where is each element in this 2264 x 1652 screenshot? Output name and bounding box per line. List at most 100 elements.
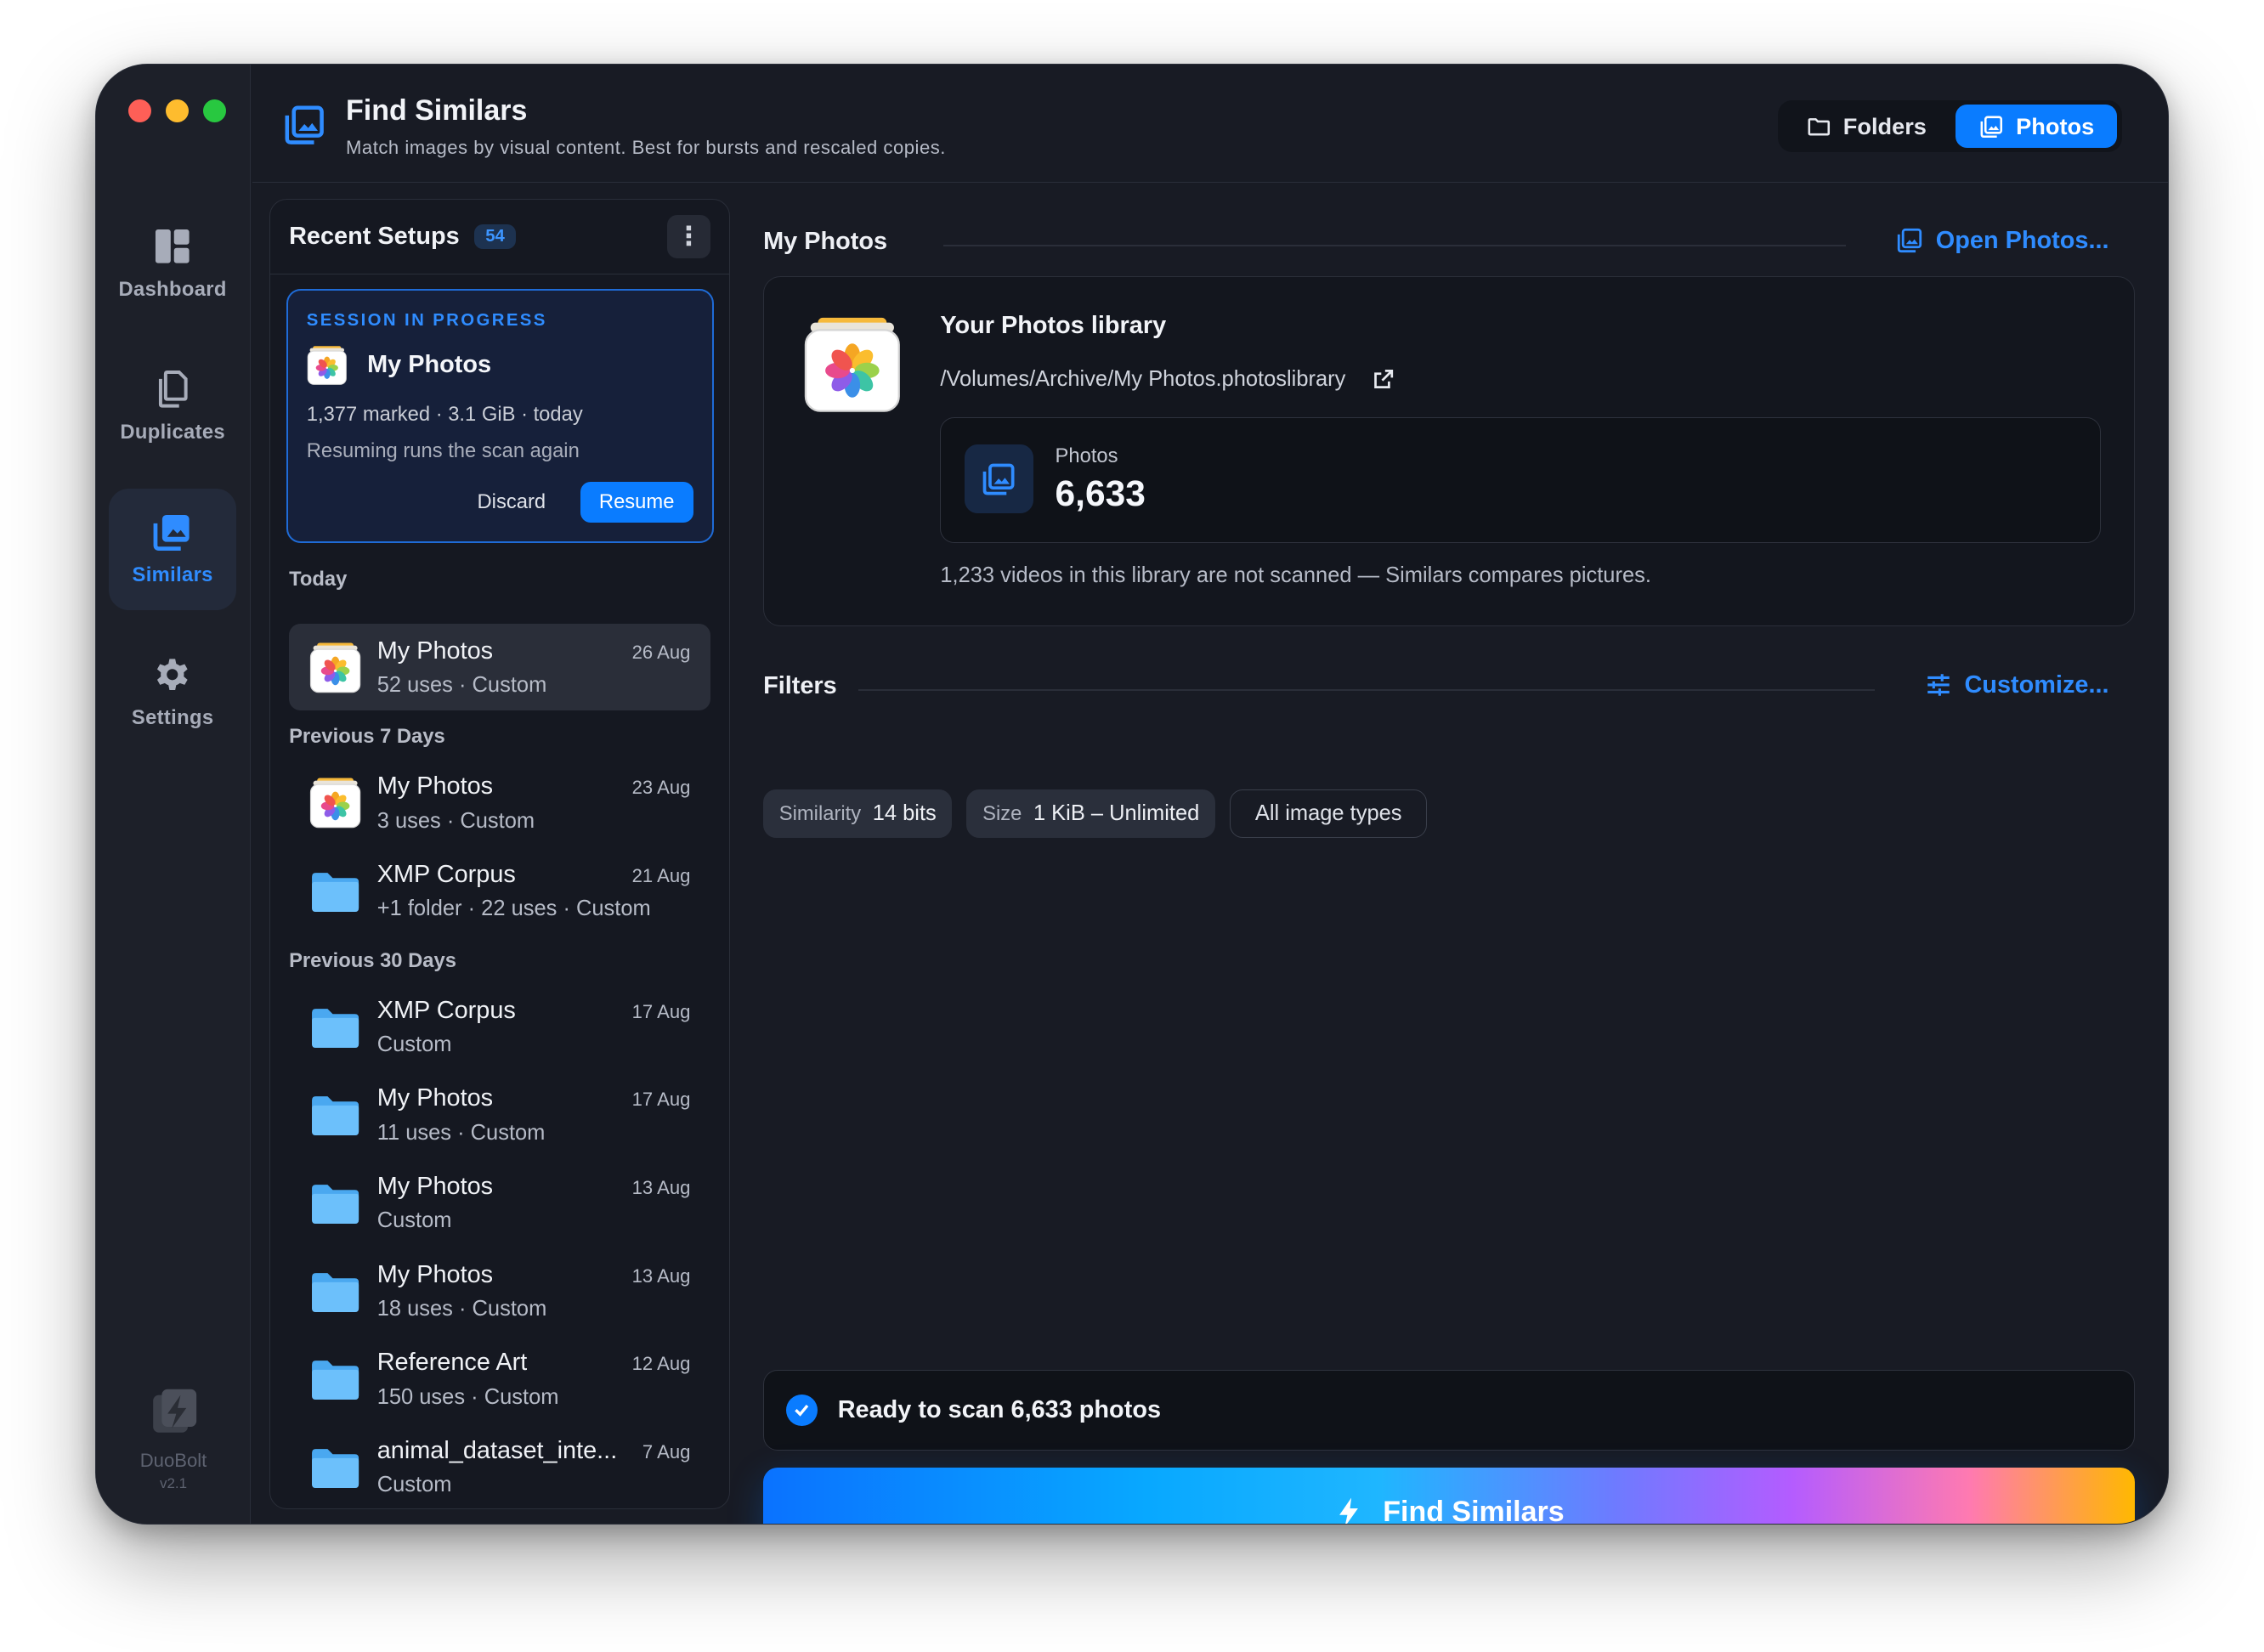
recent-item-sub: 3 uses · Custom xyxy=(376,808,535,833)
recent-item-name: My Photos xyxy=(376,1260,494,1288)
zoom-window-button[interactable] xyxy=(202,99,226,122)
image-types-chip[interactable]: All image types xyxy=(1229,789,1428,839)
size-chip[interactable]: Size 1 KiB – Unlimited xyxy=(966,789,1215,839)
chip-value: 14 bits xyxy=(872,801,937,826)
recent-item-sub: Custom xyxy=(376,1473,452,1497)
folder-icon xyxy=(309,1265,361,1317)
recent-item-date: 21 Aug xyxy=(631,864,691,886)
open-photos-label: Open Photos... xyxy=(1935,226,2109,254)
minimize-window-button[interactable] xyxy=(165,99,189,122)
chip-value: 1 KiB – Unlimited xyxy=(1033,801,1200,826)
photos-app-icon xyxy=(309,777,361,829)
recent-item-name: My Photos xyxy=(376,772,494,801)
group-label-today: Today xyxy=(289,567,348,591)
photos-app-icon xyxy=(309,642,361,693)
filter-chips: Similarity 14 bits Size 1 KiB – Unlimite… xyxy=(763,789,1428,839)
recent-item-sub: 150 uses · Custom xyxy=(376,1384,559,1409)
header: Find Similars Match images by visual con… xyxy=(252,65,2168,184)
recent-item-date: 13 Aug xyxy=(631,1176,691,1198)
brand-version: v2.1 xyxy=(159,1474,188,1491)
filters-section-header: Filters Customize... xyxy=(763,666,2135,710)
sidebar: Dashboard Duplicates Similars Settings D… xyxy=(96,64,251,1525)
similarity-chip[interactable]: Similarity 14 bits xyxy=(763,789,953,839)
session-name: My Photos xyxy=(367,351,492,379)
more-options-button[interactable]: ⋮ xyxy=(666,214,710,258)
photos-app-icon xyxy=(307,345,348,386)
source-section-header: My Photos Open Photos... xyxy=(763,222,2135,265)
external-link-icon[interactable] xyxy=(1372,368,1395,391)
recent-item[interactable]: My Photos 11 uses · Custom 17 Aug xyxy=(289,1072,710,1158)
sidebar-item-label: Duplicates xyxy=(120,420,225,444)
session-hint: Resuming runs the scan again xyxy=(306,439,580,463)
recent-item[interactable]: My Photos 3 uses · Custom 23 Aug xyxy=(289,760,710,846)
sidebar-item-dashboard[interactable]: Dashboard xyxy=(109,203,236,325)
session-in-progress-card: SESSION IN PROGRESS My Photos 1,377 mark… xyxy=(286,289,714,544)
source-title: My Photos xyxy=(763,227,888,255)
recent-item[interactable]: XMP Corpus +1 folder · 22 uses · Custom … xyxy=(289,848,710,935)
recent-setups-title: Recent Setups xyxy=(289,222,460,250)
open-photos-button[interactable]: Open Photos... xyxy=(1895,226,2109,255)
library-path: /Volumes/Archive/My Photos.photoslibrary xyxy=(940,366,1346,391)
ready-text: Ready to scan 6,633 photos xyxy=(837,1395,1162,1423)
recent-item[interactable]: My Photos 18 uses · Custom 13 Aug xyxy=(289,1247,710,1334)
sidebar-item-duplicates[interactable]: Duplicates xyxy=(109,346,236,467)
stat-value: 6,633 xyxy=(1055,472,1146,513)
duplicates-icon xyxy=(159,370,188,408)
recent-item-date: 7 Aug xyxy=(642,1440,691,1462)
recent-item-name: My Photos xyxy=(376,1172,494,1200)
recent-item[interactable]: My Photos 52 uses · Custom 26 Aug xyxy=(289,624,711,711)
segment-photos[interactable]: Photos xyxy=(1955,105,2118,149)
library-card: Your Photos library /Volumes/Archive/My … xyxy=(763,276,2136,626)
recent-item-name: My Photos xyxy=(376,636,494,665)
recent-item[interactable]: My Photos Custom 13 Aug xyxy=(289,1160,710,1247)
find-similars-button[interactable]: Find Similars xyxy=(763,1468,2136,1525)
segment-folders[interactable]: Folders xyxy=(1782,105,1950,148)
recent-item-sub: Custom xyxy=(376,1032,452,1057)
recent-item-name: animal_dataset_inte... xyxy=(376,1436,618,1464)
dashboard-icon xyxy=(156,229,190,263)
recent-item-date: 12 Aug xyxy=(631,1353,691,1375)
sidebar-item-label: Settings xyxy=(131,706,214,730)
bolt-icon xyxy=(1339,1497,1358,1525)
sidebar-item-settings[interactable]: Settings xyxy=(109,631,236,753)
recent-item-name: Reference Art xyxy=(376,1349,528,1377)
brand: DuoBolt v2.1 xyxy=(96,1383,251,1492)
group-label-previous-7-days: Previous 7 Days xyxy=(289,725,445,749)
filters-title: Filters xyxy=(763,672,837,699)
window-controls xyxy=(127,99,226,122)
recent-item-sub: Custom xyxy=(376,1208,452,1233)
session-label: SESSION IN PROGRESS xyxy=(306,310,547,330)
recent-item-sub: 18 uses · Custom xyxy=(376,1296,547,1321)
recent-item[interactable]: animal_dataset_inte... Custom 7 Aug xyxy=(289,1424,710,1509)
duobolt-logo-icon xyxy=(153,1389,197,1433)
recent-item[interactable]: XMP Corpus Custom 17 Aug xyxy=(289,983,710,1070)
recent-item-name: XMP Corpus xyxy=(376,996,516,1024)
photos-count-stat: Photos 6,633 xyxy=(940,417,2102,544)
recent-setups-panel: Recent Setups 54 ⋮ SESSION IN PROGRESS M… xyxy=(269,198,730,1510)
library-title: Your Photos library xyxy=(940,312,1167,340)
resume-button[interactable]: Resume xyxy=(580,481,693,523)
folder-icon xyxy=(309,1441,361,1493)
close-window-button[interactable] xyxy=(127,99,151,122)
recent-item-sub: +1 folder · 22 uses · Custom xyxy=(376,897,651,921)
app-window: Dashboard Duplicates Similars Settings D… xyxy=(95,63,2169,1525)
chip-key: Size xyxy=(982,801,1022,825)
page-title: Find Similars xyxy=(346,94,528,127)
folder-icon xyxy=(309,1353,361,1405)
photos-icon xyxy=(1895,226,1924,255)
recent-item[interactable]: Reference Art 150 uses · Custom 12 Aug xyxy=(289,1336,710,1423)
stat-label: Photos xyxy=(1055,444,1118,467)
sidebar-item-similars[interactable]: Similars xyxy=(109,489,236,610)
folder-icon xyxy=(309,1177,361,1229)
folder-icon xyxy=(1808,117,1830,135)
folder-icon xyxy=(309,1089,361,1140)
recent-item-date: 26 Aug xyxy=(631,641,691,663)
similars-icon xyxy=(153,514,190,552)
similars-icon xyxy=(281,102,327,148)
photos-app-icon xyxy=(799,315,906,414)
recent-count-badge: 54 xyxy=(473,223,517,250)
discard-button[interactable]: Discard xyxy=(478,490,546,514)
group-label-previous-30-days: Previous 30 Days xyxy=(289,948,456,972)
sidebar-item-label: Similars xyxy=(132,563,213,587)
customize-button[interactable]: Customize... xyxy=(1924,670,2109,699)
